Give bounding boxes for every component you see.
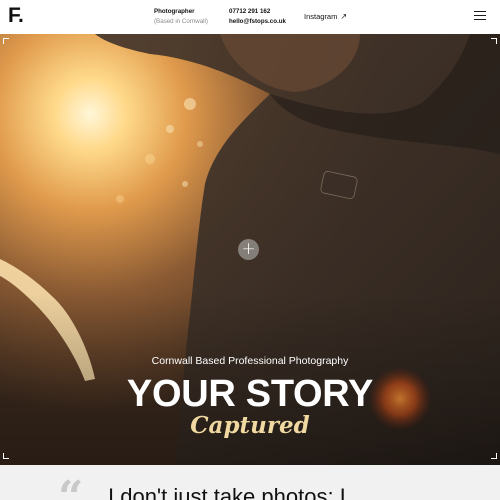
site-logo[interactable]: F. [8, 5, 24, 27]
frame-corner-bottom-left [3, 453, 9, 459]
hero-title: YOUR STORY [126, 373, 374, 415]
plus-icon[interactable]: + [238, 239, 259, 260]
intro-section: “ I don't just take photos; I [0, 465, 500, 500]
frame-corner-bottom-right [491, 453, 497, 459]
instagram-label: Instagram [304, 12, 338, 21]
hero-script-tagline: Captured [190, 412, 310, 439]
intro-statement: I don't just take photos; I [108, 484, 346, 500]
external-arrow-icon: ↗ [340, 12, 348, 21]
hero-subtitle: Cornwall Based Professional Photography [151, 355, 349, 367]
frame-corner-top-right [491, 38, 497, 44]
frame-corner-top-left [3, 38, 9, 44]
hamburger-menu-icon[interactable] [474, 10, 488, 22]
hero-section: + Cornwall Based Professional Photograph… [0, 34, 500, 465]
role-location: (Based in Cornwall) [154, 18, 208, 25]
email-link[interactable]: hello@fstops.co.uk [229, 18, 286, 26]
role-title: Photographer [154, 8, 195, 15]
site-header: F. Photographer (Based in Cornwall) 0771… [0, 0, 500, 34]
phone-link[interactable]: 07712 291 162 [229, 8, 270, 16]
instagram-link[interactable]: Instagram ↗ [304, 12, 347, 21]
quote-mark-icon: “ [58, 472, 84, 500]
